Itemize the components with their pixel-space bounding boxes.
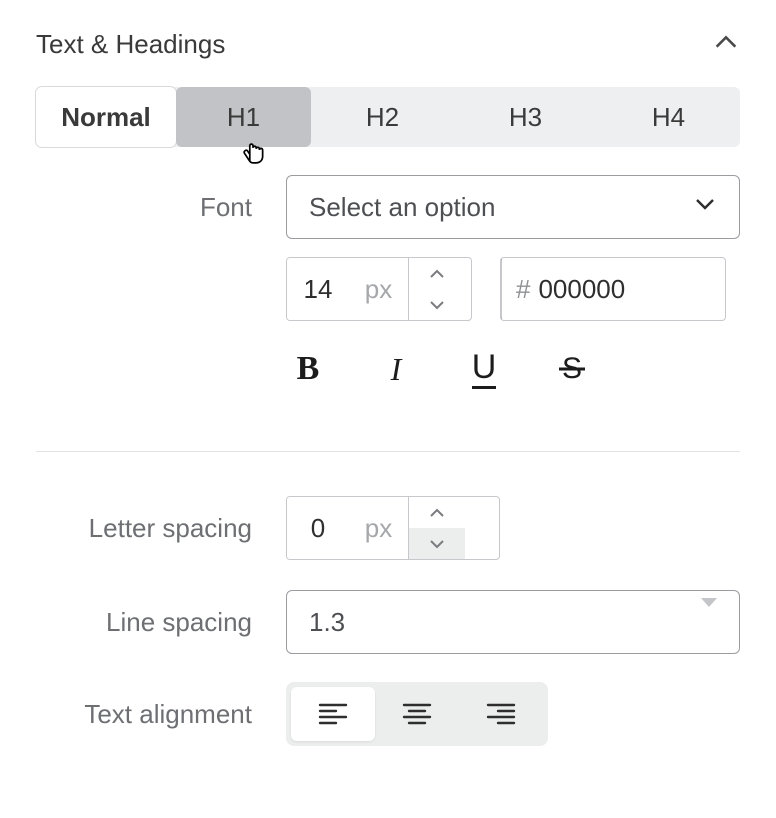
- letter-spacing-row: Letter spacing px: [36, 496, 740, 560]
- tab-h4[interactable]: H4: [597, 87, 740, 147]
- align-left-button[interactable]: [291, 687, 375, 741]
- tab-h2[interactable]: H2: [311, 87, 454, 147]
- align-center-button[interactable]: [375, 687, 459, 741]
- font-row: Font Select an option: [36, 175, 740, 239]
- letter-spacing-field: px: [286, 496, 500, 560]
- bold-button[interactable]: B: [286, 347, 330, 391]
- chevron-up-icon[interactable]: [712, 28, 740, 61]
- letter-spacing-unit: px: [349, 497, 409, 559]
- font-select-value: Select an option: [309, 192, 495, 223]
- font-size-input[interactable]: [287, 258, 349, 320]
- line-spacing-select[interactable]: 1.3: [286, 590, 740, 654]
- chevron-down-icon: [693, 192, 717, 223]
- font-size-unit: px: [349, 258, 409, 320]
- font-family-select[interactable]: Select an option: [286, 175, 740, 239]
- font-size-field: px: [286, 257, 472, 321]
- line-spacing-value: 1.3: [309, 607, 345, 638]
- section-header[interactable]: Text & Headings: [36, 0, 740, 87]
- text-alignment-label: Text alignment: [36, 699, 286, 730]
- text-format-row: B I U S: [286, 347, 740, 391]
- letter-spacing-label: Letter spacing: [36, 513, 286, 544]
- letter-spacing-decrement[interactable]: [409, 528, 465, 559]
- tab-h3[interactable]: H3: [454, 87, 597, 147]
- heading-tab-bar: Normal H1 H2 H3 H4: [36, 87, 740, 147]
- text-headings-panel: Text & Headings Normal H1 H2 H3 H4 Font …: [0, 0, 776, 776]
- font-size-stepper: [409, 258, 465, 320]
- alignment-button-group: [286, 682, 548, 746]
- caret-down-icon: [701, 607, 717, 638]
- hash-symbol: #: [502, 274, 536, 305]
- align-right-button[interactable]: [459, 687, 543, 741]
- line-spacing-label: Line spacing: [36, 607, 286, 638]
- text-alignment-row: Text alignment: [36, 682, 740, 746]
- strikethrough-button[interactable]: S: [550, 347, 594, 391]
- tab-h1[interactable]: H1: [176, 87, 311, 147]
- tab-normal[interactable]: Normal: [36, 87, 176, 147]
- section-title: Text & Headings: [36, 29, 225, 60]
- font-size-increment[interactable]: [409, 258, 465, 289]
- font-label: Font: [36, 192, 286, 223]
- letter-spacing-input[interactable]: [287, 497, 349, 559]
- line-spacing-row: Line spacing 1.3: [36, 590, 740, 654]
- font-size-decrement[interactable]: [409, 289, 465, 320]
- letter-spacing-increment[interactable]: [409, 497, 465, 528]
- font-color-field: #: [500, 257, 726, 321]
- italic-button[interactable]: I: [374, 347, 418, 391]
- underline-button[interactable]: U: [462, 347, 506, 391]
- pointer-cursor-icon: [240, 135, 266, 172]
- section-divider: [36, 451, 740, 452]
- color-hex-input[interactable]: [536, 273, 726, 306]
- letter-spacing-stepper: [409, 497, 465, 559]
- font-size-color-row: px #: [286, 257, 740, 321]
